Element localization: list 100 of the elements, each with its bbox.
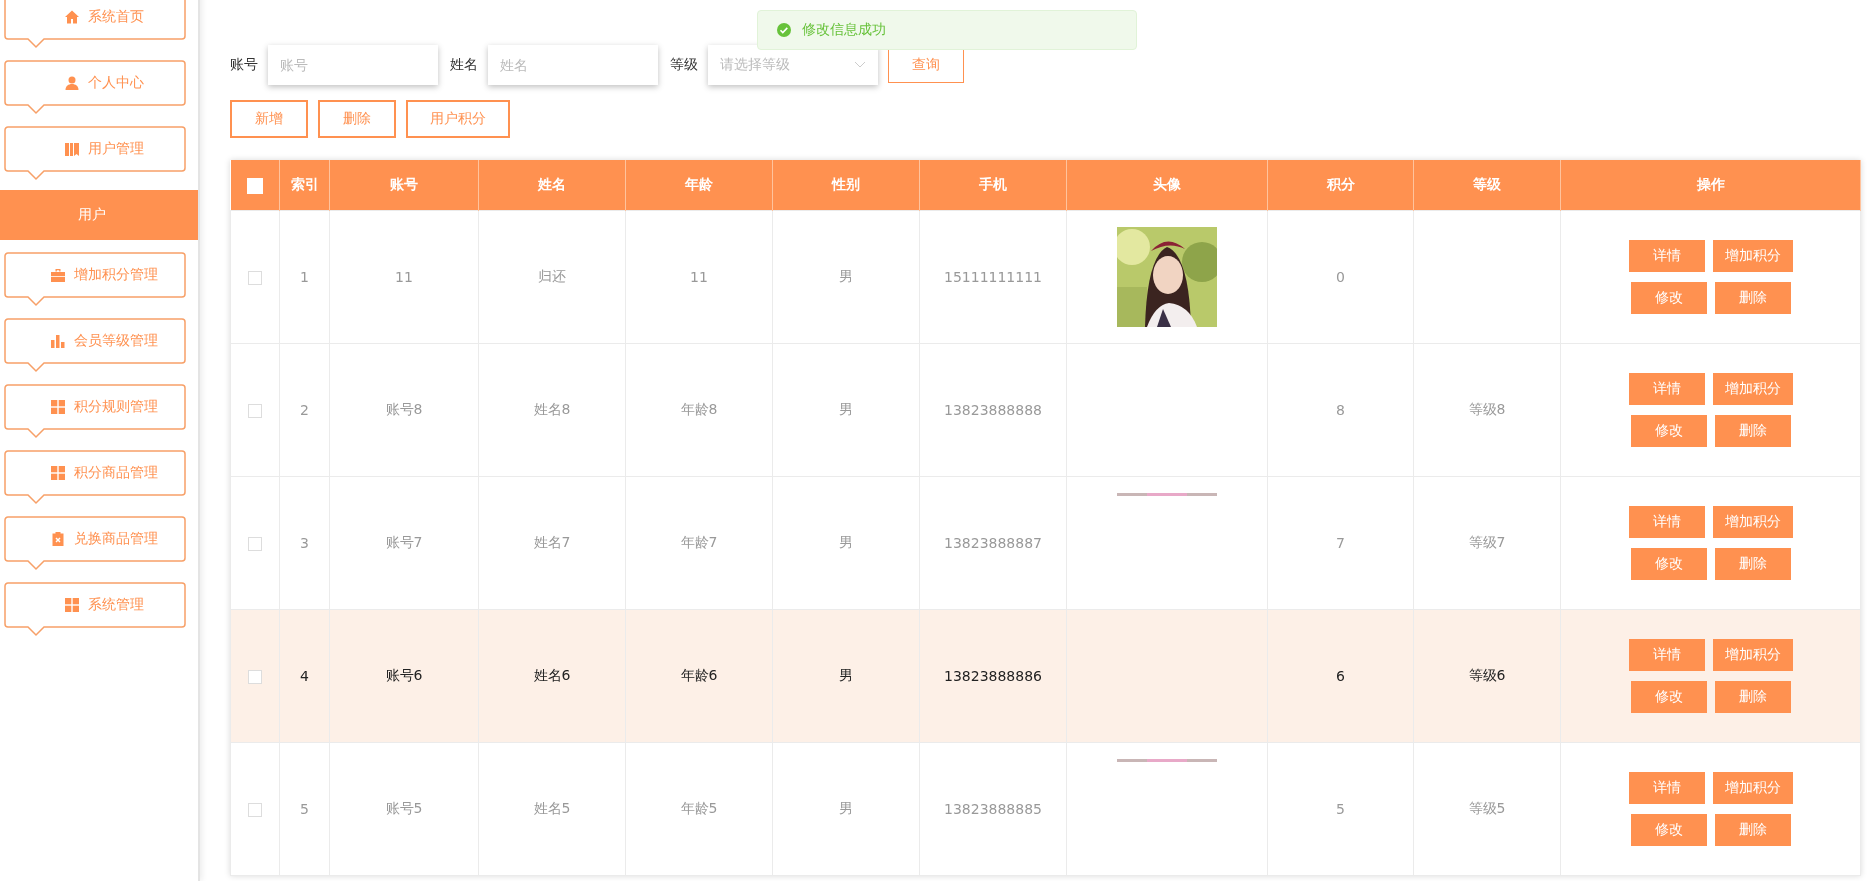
table-cell: 等级6	[1468, 667, 1506, 683]
table-cell: 8	[1336, 402, 1345, 418]
column-header: 性别	[772, 160, 920, 211]
sidebar-item[interactable]: 系统管理	[4, 582, 186, 638]
table-cell: 账号8	[385, 401, 423, 417]
caret-icon	[854, 61, 866, 69]
action-button[interactable]: 详情	[1628, 506, 1705, 538]
row-checkbox[interactable]	[248, 271, 262, 285]
home-icon	[64, 9, 80, 25]
table-cell: 6	[1336, 668, 1345, 684]
table-cell: 等级5	[1468, 800, 1506, 816]
bar-chart-icon	[50, 333, 66, 349]
sidebar-subitem[interactable]: 用户	[0, 190, 198, 240]
sidebar-item[interactable]: 会员等级管理	[4, 318, 186, 374]
table-cell: 5	[300, 801, 309, 817]
sidebar-item[interactable]: 兑换商品管理	[4, 516, 186, 572]
table-row[interactable]: 1 11 归还 11 男 15111111111 0 详情 增加积分 修改 删除	[230, 210, 1861, 344]
action-button[interactable]: 修改	[1630, 282, 1707, 314]
column-header: 操作	[1560, 160, 1861, 211]
table-cell: 年龄7	[680, 534, 718, 550]
table-cell: 3	[300, 535, 309, 551]
input-field[interactable]: 姓名	[488, 45, 658, 85]
table-cell: 年龄8	[680, 401, 718, 417]
row-checkbox[interactable]	[248, 537, 262, 551]
table-cell: 13823888887	[944, 535, 1042, 551]
action-button[interactable]: 修改	[1630, 548, 1707, 580]
table-cell: 5	[1336, 801, 1345, 817]
action-button[interactable]: 增加积分	[1712, 240, 1793, 272]
table-row[interactable]: 5 账号5 姓名5 年龄5 男 13823888885 5 等级5 详情 增加积分 修改 删除	[230, 742, 1861, 876]
action-button[interactable]: 删除	[1714, 415, 1791, 447]
select-all-checkbox[interactable]	[246, 177, 263, 194]
table-cell: 11	[395, 269, 413, 285]
table-cell: 等级8	[1468, 401, 1506, 417]
action-button[interactable]: 增加积分	[1712, 772, 1793, 804]
action-button[interactable]: 增加积分	[1712, 639, 1793, 671]
sidebar-item[interactable]: 个人中心	[4, 60, 186, 116]
action-button[interactable]: 详情	[1628, 772, 1705, 804]
row-checkbox[interactable]	[248, 404, 262, 418]
column-header: 等级	[1413, 160, 1561, 211]
toolbar-button[interactable]: 新增	[230, 100, 308, 138]
sidebar-item[interactable]: 增加积分管理	[4, 252, 186, 308]
column-header: 账号	[329, 160, 479, 211]
row-checkbox[interactable]	[248, 803, 262, 817]
action-button[interactable]: 增加积分	[1712, 506, 1793, 538]
input-field[interactable]: 账号	[268, 45, 438, 85]
sidebar-item[interactable]: 系统首页	[4, 0, 186, 50]
level-select[interactable]: 请选择等级	[708, 45, 878, 85]
table-cell: 13823888886	[944, 668, 1042, 684]
book-icon	[64, 141, 80, 157]
table-row[interactable]: 2 账号8 姓名8 年龄8 男 13823888888 8 等级8 详情 增加积分 修改 删除	[230, 343, 1861, 477]
action-button[interactable]: 删除	[1714, 814, 1791, 846]
action-button[interactable]: 增加积分	[1712, 373, 1793, 405]
person-icon	[64, 75, 80, 91]
table-cell: 男	[839, 667, 853, 683]
toast-message: 修改信息成功	[802, 21, 886, 39]
action-button[interactable]: 删除	[1714, 681, 1791, 713]
column-header: 手机	[919, 160, 1067, 211]
action-button[interactable]: 详情	[1628, 639, 1705, 671]
grid-icon	[50, 399, 66, 415]
table-cell: 归还	[538, 268, 566, 284]
field-label: 账号	[230, 56, 258, 74]
check-circle-icon	[776, 22, 792, 38]
table-cell: 账号6	[385, 667, 423, 683]
table-cell: 11	[690, 269, 708, 285]
table-cell: 0	[1336, 269, 1345, 285]
column-header: 年龄	[625, 160, 773, 211]
row-checkbox[interactable]	[248, 670, 262, 684]
action-button[interactable]: 修改	[1630, 814, 1707, 846]
briefcase-icon	[50, 267, 66, 283]
grid-icon	[64, 597, 80, 613]
action-button[interactable]: 修改	[1630, 415, 1707, 447]
toolbar-button[interactable]: 删除	[318, 100, 396, 138]
table-cell: 姓名6	[533, 667, 571, 683]
table-row[interactable]: 4 账号6 姓名6 年龄6 男 13823888886 6 等级6 详情 增加积分 修改 删除	[230, 609, 1861, 743]
table-cell: 男	[839, 268, 853, 284]
sidebar-item[interactable]: 积分规则管理	[4, 384, 186, 440]
table-cell: 姓名5	[533, 800, 571, 816]
table-cell: 2	[300, 402, 309, 418]
table-row[interactable]: 3 账号7 姓名7 年龄7 男 13823888887 7 等级7 详情 增加积分 修改 删除	[230, 476, 1861, 610]
table-cell: 13823888888	[944, 402, 1042, 418]
column-header: 姓名	[478, 160, 626, 211]
table-cell: 姓名8	[533, 401, 571, 417]
table-cell: 13823888885	[944, 801, 1042, 817]
table-cell: 账号5	[385, 800, 423, 816]
action-button[interactable]: 修改	[1630, 681, 1707, 713]
action-button[interactable]: 详情	[1628, 240, 1705, 272]
sidebar-item[interactable]: 用户管理	[4, 126, 186, 182]
action-button[interactable]: 详情	[1628, 373, 1705, 405]
toolbar-button[interactable]: 用户积分	[406, 100, 510, 138]
clipboard-icon	[50, 531, 66, 547]
table-cell: 账号7	[385, 534, 423, 550]
sidebar-item[interactable]: 积分商品管理	[4, 450, 186, 506]
column-header: 积分	[1267, 160, 1414, 211]
table-cell: 7	[1336, 535, 1345, 551]
action-button[interactable]: 删除	[1714, 548, 1791, 580]
table-cell: 男	[839, 401, 853, 417]
action-button[interactable]: 删除	[1714, 282, 1791, 314]
table-cell: 1	[300, 269, 309, 285]
table-cell: 男	[839, 800, 853, 816]
column-header: 头像	[1066, 160, 1268, 211]
